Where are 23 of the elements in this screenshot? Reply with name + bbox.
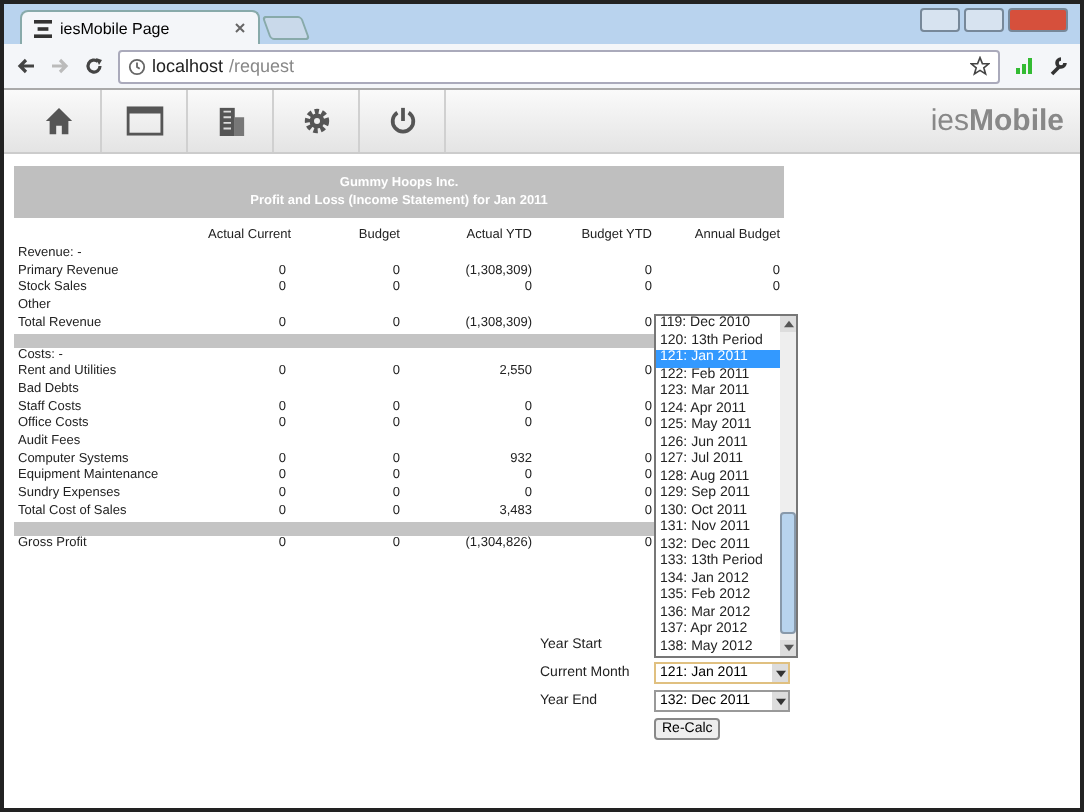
window-icon	[125, 106, 163, 136]
back-icon[interactable]	[16, 56, 36, 76]
wrench-icon[interactable]	[1048, 56, 1068, 76]
power-icon	[387, 106, 417, 136]
page-icon	[128, 57, 146, 75]
minimize-button[interactable]	[920, 8, 960, 32]
scroll-down-icon[interactable]	[783, 644, 793, 653]
caret-icon	[772, 664, 788, 683]
dropdown-list[interactable]	[654, 314, 798, 659]
caret-icon	[772, 692, 788, 711]
building-icon	[215, 106, 245, 136]
scroll-up-icon[interactable]	[783, 320, 793, 329]
close-icon[interactable]	[234, 22, 246, 34]
browser-tab[interactable]: iesMobile Page	[20, 10, 260, 44]
brand-logo: iesMobile	[930, 104, 1066, 138]
logo-icon	[34, 19, 52, 37]
address-field[interactable]: localhost /request	[118, 49, 1000, 83]
reload-icon[interactable]	[84, 56, 104, 76]
scrollbar[interactable]	[780, 316, 796, 657]
star-icon[interactable]	[970, 56, 990, 76]
home-icon	[43, 106, 73, 136]
maximize-button[interactable]	[964, 8, 1004, 32]
settings-icon	[301, 106, 331, 136]
